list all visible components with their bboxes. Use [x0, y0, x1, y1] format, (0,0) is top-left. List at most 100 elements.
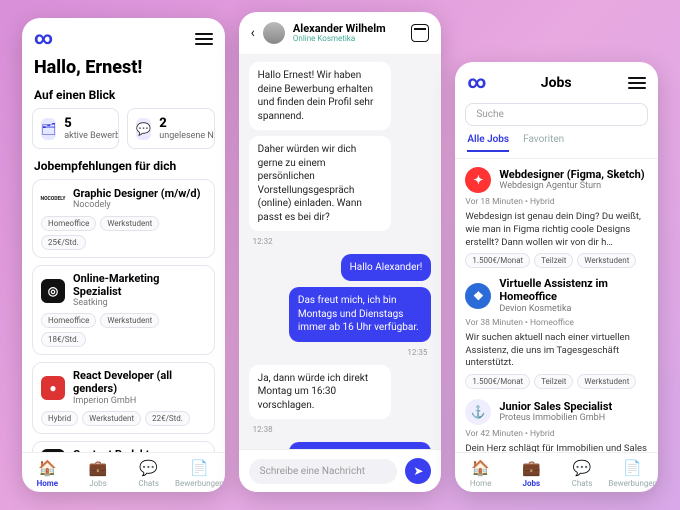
job-title: Graphic Designer (m/w/d): [73, 188, 200, 201]
back-icon[interactable]: ‹: [251, 25, 255, 41]
company-icon: ◎: [41, 279, 65, 303]
job-card[interactable]: ◐ Content Redakteur Taurus Energy Homeof…: [32, 441, 215, 452]
tab-home[interactable]: 🏠Home: [22, 459, 73, 488]
post-tags: 1.500€/MonatTeilzeitWerkstudent: [465, 253, 648, 268]
jobs-header: ∞ Jobs: [455, 62, 658, 99]
job-tag: Werkstudent: [100, 313, 159, 328]
post-meta: Vor 42 Minuten • Hybrid: [465, 429, 648, 439]
glance-count: 5: [64, 116, 119, 131]
filter-tabs: Alle Jobs Favoriten: [455, 134, 658, 159]
post-company: Webdesign Agentur Sturn: [499, 181, 644, 191]
tab-jobs[interactable]: 💼Jobs: [506, 459, 557, 488]
message-outgoing[interactable]: Perfekt, sendest du mir dann eine Einlad…: [289, 442, 431, 449]
chat-icon: 💬: [123, 459, 174, 477]
avatar[interactable]: [263, 22, 285, 44]
tab-bar: 🏠Home💼Jobs💬Chats📄Bewerbungen: [455, 452, 658, 492]
glance-label: ungelesene Nachrichten: [159, 131, 214, 141]
post-tag: 1.500€/Monat: [465, 374, 530, 389]
home-icon: 🏠: [22, 459, 73, 477]
briefcase-icon: 🗂: [41, 118, 56, 140]
tab-bar: 🏠Home💼Jobs💬Chats📄Bewerbungen: [22, 452, 225, 492]
company-icon: NOCODELY: [41, 187, 65, 211]
post-description: Wir suchen aktuell nach einer virtuellen…: [465, 332, 648, 370]
tab-bewerbungen[interactable]: 📄Bewerbungen: [174, 459, 225, 488]
glance-card-messages[interactable]: 💬 2 ungelesene Nachrichten: [127, 108, 214, 149]
post-company: Devion Kosmetika: [499, 304, 648, 314]
job-tag: Werkstudent: [82, 411, 141, 426]
job-company: Seatking: [73, 298, 206, 308]
post-description: Dein Herz schlägt für Immobilien und Sal…: [465, 443, 648, 452]
company-icon: ●: [41, 376, 65, 400]
search-input[interactable]: Suche: [465, 103, 648, 126]
message-outgoing[interactable]: Das freut mich, ich bin Montags und Dien…: [289, 287, 431, 342]
message-incoming[interactable]: Hallo Ernest! Wir haben deine Bewerbung …: [249, 62, 391, 130]
tab-chats[interactable]: 💬Chats: [123, 459, 174, 488]
post-meta: Vor 38 Minuten • Homeoffice: [465, 318, 648, 328]
message-outgoing[interactable]: Hallo Alexander!: [341, 254, 432, 282]
job-company: Nocodely: [73, 200, 200, 210]
job-recommendations: NOCODELY Graphic Designer (m/w/d) Nocode…: [22, 179, 225, 452]
message-input[interactable]: Schreibe eine Nachricht: [249, 459, 398, 484]
glance-card-applications[interactable]: 🗂 5 aktive Bewerbungen: [32, 108, 119, 149]
chat-screen: ‹ Alexander Wilhelm Online Kosmetika Hal…: [239, 12, 442, 492]
timestamp: 12:35: [403, 348, 431, 359]
app-logo[interactable]: ∞: [34, 28, 51, 49]
job-tag: 22€/Std.: [145, 411, 190, 426]
chat-contact-name: Alexander Wilhelm: [293, 23, 403, 34]
glance-count: 2: [159, 116, 214, 131]
job-tag: Hybrid: [41, 411, 78, 426]
tab-chats[interactable]: 💬Chats: [557, 459, 608, 488]
glance-heading: Auf einen Blick: [22, 88, 225, 108]
file-icon: 📄: [174, 459, 225, 477]
timestamp: 12:32: [249, 237, 273, 248]
menu-icon[interactable]: [195, 33, 213, 45]
post-tag: Werkstudent: [577, 374, 636, 389]
post-tag: Teilzeit: [534, 253, 573, 268]
menu-icon[interactable]: [628, 77, 646, 89]
app-logo[interactable]: ∞: [467, 72, 484, 93]
post-title: Webdesigner (Figma, Sketch): [499, 169, 644, 182]
jobs-feed[interactable]: ✦ Webdesigner (Figma, Sketch) Webdesign …: [455, 159, 658, 452]
filter-tab[interactable]: Favoriten: [523, 134, 564, 152]
job-title: Online-Marketing Spezialist: [73, 273, 206, 298]
company-icon: ✦: [465, 167, 491, 193]
briefcase-icon: 💼: [506, 459, 557, 477]
job-post[interactable]: ⚓ Junior Sales Specialist Proteus Immobi…: [465, 399, 648, 452]
job-post[interactable]: ❖ Virtuelle Assistenz im Homeoffice Devi…: [465, 278, 648, 389]
company-icon: ⚓: [465, 399, 491, 425]
post-title: Virtuelle Assistenz im Homeoffice: [499, 278, 648, 303]
home-icon: 🏠: [455, 459, 506, 477]
job-company: Imperion GmbH: [73, 396, 206, 406]
post-meta: Vor 18 Minuten • Hybrid: [465, 197, 648, 207]
file-icon: 📄: [607, 459, 658, 477]
post-company: Proteus Immobilien GmbH: [499, 413, 612, 423]
tab-home[interactable]: 🏠Home: [455, 459, 506, 488]
tab-bewerbungen[interactable]: 📄Bewerbungen: [607, 459, 658, 488]
home-screen: ∞ Hallo, Ernest! Auf einen Blick 🗂 5 akt…: [22, 18, 225, 492]
job-post[interactable]: ✦ Webdesigner (Figma, Sketch) Webdesign …: [465, 167, 648, 268]
job-tag: 18€/Std.: [41, 332, 86, 347]
job-card[interactable]: NOCODELY Graphic Designer (m/w/d) Nocode…: [32, 179, 215, 258]
tab-jobs[interactable]: 💼Jobs: [73, 459, 124, 488]
post-tags: 1.500€/MonatTeilzeitWerkstudent: [465, 374, 648, 389]
job-tag: Homeoffice: [41, 313, 96, 328]
recs-heading: Jobempfehlungen für dich: [22, 159, 225, 179]
home-header: ∞: [22, 18, 225, 55]
message-list[interactable]: Hallo Ernest! Wir haben deine Bewerbung …: [239, 54, 442, 449]
chat-header: ‹ Alexander Wilhelm Online Kosmetika: [239, 12, 442, 54]
send-button[interactable]: ➤: [405, 458, 431, 484]
calendar-icon[interactable]: [411, 24, 429, 42]
job-tags: HomeofficeWerkstudent25€/Std.: [41, 216, 206, 250]
page-title: Jobs: [484, 75, 628, 91]
job-title: React Developer (all genders): [73, 370, 206, 395]
message-incoming[interactable]: Daher würden wir dich gerne zu einem per…: [249, 136, 391, 231]
composer: Schreibe eine Nachricht ➤: [239, 449, 442, 492]
message-incoming[interactable]: Ja, dann würde ich direkt Montag um 16:3…: [249, 365, 391, 420]
filter-tab[interactable]: Alle Jobs: [467, 134, 509, 152]
briefcase-icon: 💼: [73, 459, 124, 477]
job-card[interactable]: ● React Developer (all genders) Imperion…: [32, 362, 215, 433]
job-tag: Homeoffice: [41, 216, 96, 231]
company-icon: ❖: [465, 283, 491, 309]
job-card[interactable]: ◎ Online-Marketing Spezialist Seatking H…: [32, 265, 215, 355]
greeting: Hallo, Ernest!: [22, 55, 225, 88]
